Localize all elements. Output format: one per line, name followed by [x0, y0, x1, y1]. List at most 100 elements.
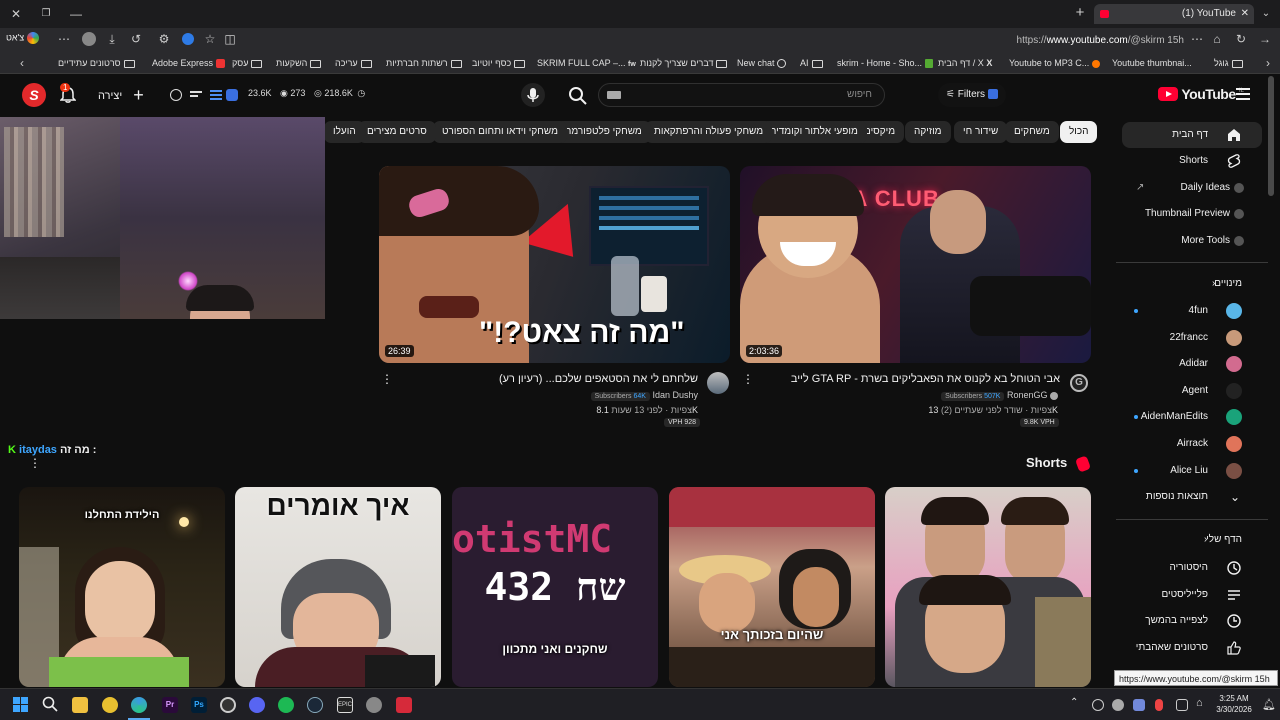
sidebar-show-more[interactable]: תוצאות נוספות ⌄	[1116, 484, 1268, 510]
bookmark-to-buy[interactable]: דברים שצריך לקנות	[640, 56, 728, 70]
history-icon[interactable]: ↺	[130, 31, 142, 47]
bookmark-youtube-money[interactable]: כסף יוטיוב	[472, 56, 526, 70]
youtube-logo[interactable]: YouTube IL	[1158, 86, 1244, 106]
short-card[interactable]	[885, 487, 1091, 687]
discord-icon[interactable]	[249, 697, 265, 713]
filter-chip[interactable]: הועלו	[324, 121, 365, 143]
tray-discord-icon[interactable]	[1133, 699, 1145, 711]
sidebar-subscriptions-header[interactable]: › מינויים	[1116, 271, 1268, 297]
bookmark-new-chat[interactable]: New chat	[737, 56, 787, 70]
tab-list-chevron-icon[interactable]: ⌄	[1258, 6, 1274, 22]
forward-arrow-icon[interactable]: →	[1258, 31, 1272, 47]
premiere-pro-icon[interactable]: Pr	[162, 697, 178, 713]
epic-games-icon[interactable]: EPIC	[337, 697, 353, 713]
short-card[interactable]: הילידת התחלנו	[19, 487, 225, 687]
sidebar-channel[interactable]: Agent	[1116, 378, 1268, 404]
sidebar-channel[interactable]: 22francc	[1116, 325, 1268, 351]
bookmark-skrim-full-cap[interactable]: SKRIM FULL CAP –... fw	[537, 56, 636, 72]
bookmarks-scroll-right-icon[interactable]: ›	[1262, 55, 1274, 71]
shelf-more-icon[interactable]: ⋮	[29, 456, 41, 470]
filter-chip[interactable]: משחקי פעולה והרפתקאות	[645, 121, 773, 143]
video-title[interactable]: לייב GTA RP - אבי הטוחל בא לקנוס את הפאב…	[791, 373, 1060, 385]
filter-chip[interactable]: משחקי וידאו ותחום הספורט	[433, 121, 567, 143]
sidebar-channel[interactable]: Airrack	[1116, 431, 1268, 457]
voice-search-button[interactable]	[521, 83, 545, 107]
profile-avatar-icon[interactable]	[82, 32, 96, 46]
filters-button[interactable]: ⚟ Filters	[938, 83, 1006, 107]
short-card[interactable]: איך אומרים	[235, 487, 441, 687]
window-minimize-button[interactable]: —	[68, 6, 84, 22]
sidebar-channel[interactable]: Adidar	[1116, 351, 1268, 377]
sidebar-item-liked[interactable]: סרטונים שאהבתי	[1116, 635, 1268, 661]
sidebar-channel[interactable]: Alice Liu	[1116, 458, 1268, 484]
video-thumbnail[interactable]: FIA CLUB 2:03:36	[740, 166, 1091, 363]
bookmark-ai[interactable]: AI	[800, 56, 823, 70]
obs-icon[interactable]	[220, 697, 236, 713]
more-menu-icon[interactable]: ⋯	[58, 31, 70, 47]
bookmark-x-home[interactable]: דף הבית / X X	[938, 56, 992, 70]
video-more-icon[interactable]: ⋮	[742, 372, 754, 386]
sidebar-item-shorts[interactable]: Shorts	[1116, 148, 1268, 174]
channel-name[interactable]: Idan Dushy	[652, 390, 698, 400]
bookmark-business[interactable]: עסק	[232, 56, 263, 70]
bookmark-yt-thumbnail[interactable]: Youtube thumbnai...	[1112, 56, 1192, 70]
sidebar-channel[interactable]: AidenManEdits	[1116, 404, 1268, 430]
tab-close-icon[interactable]: ✕	[1241, 4, 1249, 24]
notifications-bell-icon[interactable]: 1	[59, 83, 77, 104]
bookmark-editing[interactable]: עריכה	[335, 56, 372, 70]
reload-icon[interactable]: ↻	[1234, 31, 1248, 47]
filter-chip[interactable]: משחקי פלטפורמה	[556, 121, 651, 143]
settings-gear-icon[interactable]	[366, 697, 382, 713]
photoshop-icon[interactable]: Ps	[191, 697, 207, 713]
tray-chevron-icon[interactable]: ⌃	[1070, 697, 1078, 708]
sidebar-item-history[interactable]: היסטוריה	[1116, 555, 1268, 581]
tray-icon[interactable]	[1112, 699, 1124, 711]
search-button[interactable]	[568, 86, 588, 106]
app-red-icon[interactable]	[396, 697, 412, 713]
bookmark-social[interactable]: רשתות חברתיות	[386, 56, 462, 70]
taskbar-clock[interactable]: 3:25 AM 3/30/2026	[1212, 693, 1256, 715]
chat-bubble-icon[interactable]	[170, 89, 182, 101]
video-title[interactable]: שלחתם לי את הסטאפים שלכם... (רעיון רע)	[499, 373, 698, 385]
display-tray-icon[interactable]	[1176, 699, 1188, 711]
extensions-icon[interactable]: ⚙	[158, 31, 170, 47]
channel-avatar[interactable]	[707, 372, 729, 394]
vidiq-bars-icon[interactable]	[210, 89, 222, 101]
spotify-icon[interactable]	[278, 697, 294, 713]
hamburger-menu-icon[interactable]	[1236, 88, 1250, 100]
short-card[interactable]: otistMC שח 432 שחקנים ואני מתכוון	[452, 487, 658, 687]
new-tab-button[interactable]: +	[1072, 5, 1088, 21]
bookmarks-scroll-left-icon[interactable]: ‹	[16, 55, 28, 71]
sidebar-item-watch-later[interactable]: לצפייה בהמשך	[1116, 608, 1268, 634]
sidebar-item-more-tools[interactable]: More Tools	[1116, 228, 1268, 254]
filter-chip[interactable]: מוזיקה	[905, 121, 951, 143]
network-icon[interactable]: ⌂	[1196, 697, 1203, 709]
video-thumbnail[interactable]: "מה זה צאט?!" 26:39	[379, 166, 730, 363]
windows-start-icon[interactable]	[13, 697, 29, 713]
tab-youtube[interactable]: (1) YouTube ✕	[1094, 4, 1254, 24]
taskbar-search-icon[interactable]	[42, 696, 58, 712]
vidiq-icon[interactable]	[226, 89, 238, 101]
sidebar-item-playlists[interactable]: פלייליסטים	[1116, 582, 1268, 608]
search-input[interactable]: חיפוש	[598, 83, 885, 107]
channel-avatar[interactable]: S	[22, 83, 46, 107]
vpn-extension-icon[interactable]	[182, 33, 194, 45]
edge-browser-icon[interactable]	[131, 697, 147, 713]
window-restore-button[interactable]: ❐	[38, 6, 54, 22]
profile-chat-button[interactable]: צ'אט	[6, 32, 39, 44]
address-bar-more-icon[interactable]: ⋯	[1190, 31, 1204, 47]
app-icon[interactable]	[102, 697, 118, 713]
bookmark-yt-mp3[interactable]: Youtube to MP3 C...	[1009, 56, 1100, 70]
window-close-button[interactable]: ✕	[8, 6, 24, 22]
filter-chip[interactable]: מופעי אלתור וקומדיה	[761, 121, 867, 143]
create-button[interactable]: יצירה +	[98, 84, 144, 106]
video-more-icon[interactable]: ⋮	[381, 372, 393, 386]
bookmark-google[interactable]: גוגל	[1214, 56, 1243, 70]
notification-center-icon[interactable]: 🔔︎	[1262, 698, 1276, 711]
filter-chip[interactable]: הכול	[1060, 121, 1098, 143]
sidebar-item-thumbnail-preview[interactable]: Thumbnail Preview	[1116, 201, 1268, 227]
bookmark-skrim-home[interactable]: skrim - Home - Sho...	[837, 56, 933, 70]
short-card[interactable]: שהיום בזכותך אני	[669, 487, 875, 687]
microphone-tray-icon[interactable]	[1155, 699, 1163, 711]
download-icon[interactable]: ⤓	[106, 31, 118, 47]
